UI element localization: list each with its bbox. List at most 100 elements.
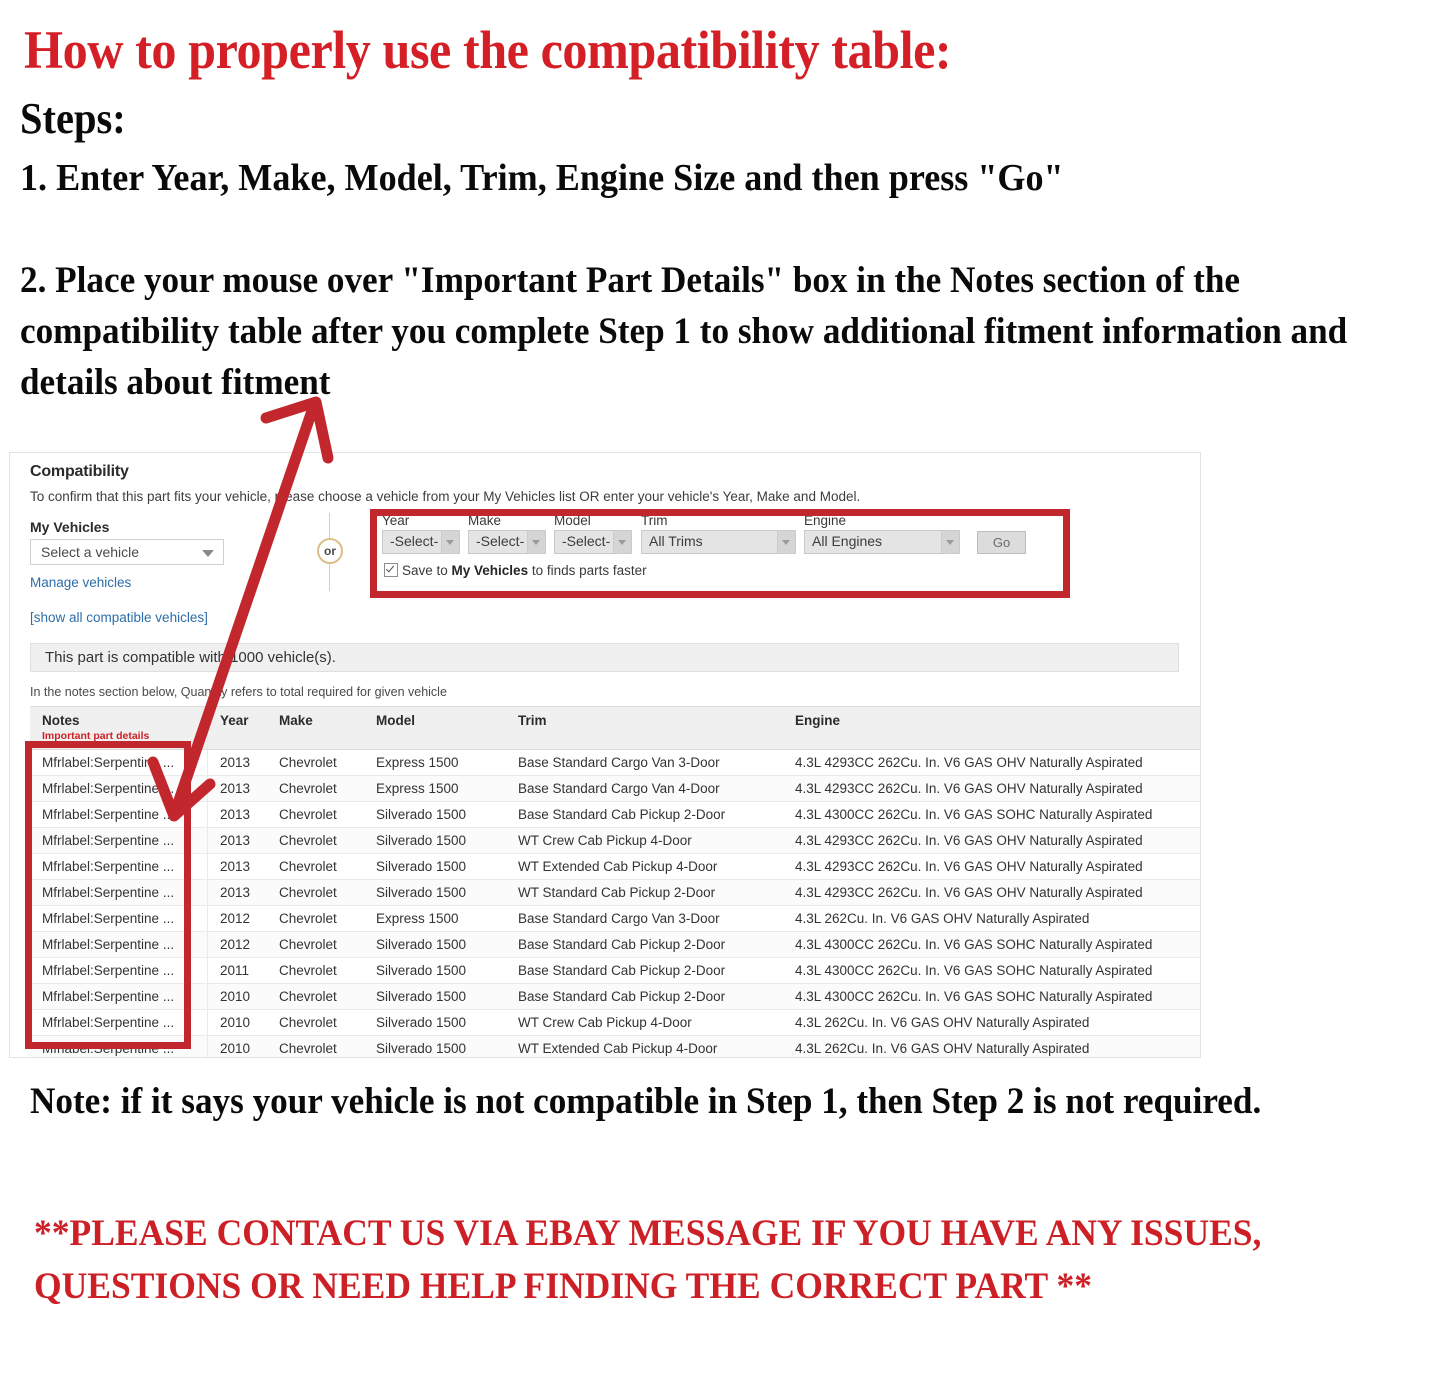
table-row[interactable]: Mfrlabel:Serpentine ... 2010 Chevrolet Silv… xyxy=(30,1035,1200,1057)
column-header-year[interactable]: Year xyxy=(207,706,267,750)
save-prefix-text: Save to xyxy=(402,563,452,578)
cell-year: 2013 xyxy=(207,827,267,854)
make-label: Make xyxy=(468,513,502,528)
cell-notes[interactable]: Mfrlabel:Serpentine ... xyxy=(30,801,208,828)
cell-year: 2013 xyxy=(207,879,267,906)
table-row[interactable]: Mfrlabel:Serpentine ... 2010 Chevrolet Silv… xyxy=(30,983,1200,1010)
cell-make: Chevrolet xyxy=(267,931,364,958)
cell-model: Express 1500 xyxy=(364,905,506,932)
page-title: How to properly use the compatibility ta… xyxy=(24,20,952,80)
column-header-model[interactable]: Model xyxy=(364,706,506,750)
table-row[interactable]: Mfrlabel:Serpentine ... 2012 Chevrolet Expr… xyxy=(30,905,1200,932)
cell-engine: 4.3L 262Cu. In. V6 GAS OHV Naturally Asp… xyxy=(783,905,1200,932)
cell-engine: 4.3L 4300CC 262Cu. In. V6 GAS SOHC Natur… xyxy=(783,801,1200,828)
compatibility-count-banner: This part is compatible with 1000 vehicl… xyxy=(30,643,1179,672)
cell-trim: Base Standard Cab Pickup 2-Door xyxy=(506,801,783,828)
cell-year: 2010 xyxy=(207,1009,267,1036)
cell-model: Silverado 1500 xyxy=(364,1009,506,1036)
engine-label: Engine xyxy=(804,513,847,528)
cell-notes[interactable]: Mfrlabel:Serpentine ... xyxy=(30,853,208,880)
cell-make: Chevrolet xyxy=(267,827,364,854)
table-row[interactable]: Mfrlabel:Serpentine ... 2012 Chevrolet Silv… xyxy=(30,931,1200,958)
cell-notes[interactable]: Mfrlabel:Serpentine ... xyxy=(30,879,208,906)
cell-year: 2013 xyxy=(207,853,267,880)
cell-year: 2011 xyxy=(207,957,267,984)
cell-trim: WT Extended Cab Pickup 4-Door xyxy=(506,1035,783,1057)
table-row[interactable]: Mfrlabel:Serpentine ... 2013 Chevrolet Silv… xyxy=(30,801,1200,828)
cell-make: Chevrolet xyxy=(267,749,364,776)
cell-year: 2012 xyxy=(207,931,267,958)
cell-notes[interactable]: Mfrlabel:Serpentine ... xyxy=(30,957,208,984)
trim-field: Trim All Trims xyxy=(641,513,796,554)
fitment-table-body: Mfrlabel:Serpentine ... 2013 Chevrolet Expr… xyxy=(30,749,1200,1057)
cell-notes[interactable]: Mfrlabel:Serpentine ... xyxy=(30,1009,208,1036)
cell-make: Chevrolet xyxy=(267,983,364,1010)
cell-make: Chevrolet xyxy=(267,1009,364,1036)
cell-make: Chevrolet xyxy=(267,879,364,906)
note-text: Note: if it says your vehicle is not com… xyxy=(30,1081,1262,1122)
cell-notes[interactable]: Mfrlabel:Serpentine ... xyxy=(30,931,208,958)
manage-vehicles-link[interactable]: Manage vehicles xyxy=(30,575,131,590)
table-row[interactable]: Mfrlabel:Serpentine ... 2011 Chevrolet Silv… xyxy=(30,957,1200,984)
year-field: Year -Select- xyxy=(382,513,460,554)
make-select-value: -Select- xyxy=(476,533,525,549)
cell-notes[interactable]: Mfrlabel:Serpentine ... xyxy=(30,983,208,1010)
model-select-value: -Select- xyxy=(562,533,611,549)
notes-quantity-hint: In the notes section below, Quantity ref… xyxy=(30,685,447,699)
model-select[interactable]: -Select- xyxy=(554,530,632,554)
show-all-compatible-vehicles-link[interactable]: [show all compatible vehicles] xyxy=(30,610,208,625)
table-row[interactable]: Mfrlabel:Serpentine ... 2013 Chevrolet Expr… xyxy=(30,749,1200,776)
column-header-trim[interactable]: Trim xyxy=(506,706,783,750)
cell-engine: 4.3L 4300CC 262Cu. In. V6 GAS SOHC Natur… xyxy=(783,957,1200,984)
cell-year: 2013 xyxy=(207,801,267,828)
cell-make: Chevrolet xyxy=(267,801,364,828)
save-my-vehicles-text: My Vehicles xyxy=(451,563,529,578)
cell-make: Chevrolet xyxy=(267,905,364,932)
trim-select[interactable]: All Trims xyxy=(641,530,796,554)
cell-notes[interactable]: Mfrlabel:Serpentine ... xyxy=(30,749,208,776)
cell-make: Chevrolet xyxy=(267,957,364,984)
year-select[interactable]: -Select- xyxy=(382,530,460,554)
cell-notes[interactable]: Mfrlabel:Serpentine ... xyxy=(30,1035,208,1057)
cell-trim: WT Extended Cab Pickup 4-Door xyxy=(506,853,783,880)
save-to-my-vehicles-row[interactable]: Save to My Vehicles to finds parts faste… xyxy=(384,561,647,578)
go-button[interactable]: Go xyxy=(977,531,1026,554)
chevron-down-icon xyxy=(202,550,214,557)
compatibility-panel: Compatibility To confirm that this part … xyxy=(9,452,1201,1058)
cell-trim: Base Standard Cargo Van 4-Door xyxy=(506,775,783,802)
or-divider-label: or xyxy=(317,538,343,564)
steps-label: Steps: xyxy=(20,94,126,143)
make-field: Make -Select- xyxy=(468,513,546,554)
cell-notes[interactable]: Mfrlabel:Serpentine ... xyxy=(30,905,208,932)
make-select[interactable]: -Select- xyxy=(468,530,546,554)
table-row[interactable]: Mfrlabel:Serpentine ... 2010 Chevrolet Silv… xyxy=(30,1009,1200,1036)
chevron-down-icon xyxy=(441,531,459,553)
table-row[interactable]: Mfrlabel:Serpentine ... 2013 Chevrolet Silv… xyxy=(30,879,1200,906)
column-header-engine[interactable]: Engine xyxy=(783,706,1200,750)
cell-year: 2012 xyxy=(207,905,267,932)
table-row[interactable]: Mfrlabel:Serpentine ... 2013 Chevrolet Expr… xyxy=(30,775,1200,802)
cell-model: Silverado 1500 xyxy=(364,853,506,880)
engine-select-value: All Engines xyxy=(812,533,883,549)
cell-model: Silverado 1500 xyxy=(364,1035,506,1057)
engine-select[interactable]: All Engines xyxy=(804,530,960,554)
contact-us-text: **PLEASE CONTACT US VIA EBAY MESSAGE IF … xyxy=(34,1213,1262,1307)
cell-make: Chevrolet xyxy=(267,775,364,802)
table-row[interactable]: Mfrlabel:Serpentine ... 2013 Chevrolet Silv… xyxy=(30,853,1200,880)
column-header-make[interactable]: Make xyxy=(267,706,364,750)
model-field: Model -Select- xyxy=(554,513,632,554)
cell-notes[interactable]: Mfrlabel:Serpentine ... xyxy=(30,827,208,854)
column-header-notes[interactable]: Notes Important part details xyxy=(30,706,208,750)
save-suffix-text: to finds parts faster xyxy=(528,563,647,578)
cell-engine: 4.3L 4293CC 262Cu. In. V6 GAS OHV Natura… xyxy=(783,879,1200,906)
cell-trim: WT Standard Cab Pickup 2-Door xyxy=(506,879,783,906)
cell-trim: Base Standard Cab Pickup 2-Door xyxy=(506,957,783,984)
save-checkbox[interactable] xyxy=(384,563,398,577)
cell-trim: Base Standard Cab Pickup 2-Door xyxy=(506,983,783,1010)
cell-notes[interactable]: Mfrlabel:Serpentine ... xyxy=(30,775,208,802)
cell-year: 2013 xyxy=(207,775,267,802)
fitment-table-head: Notes Important part details Year Make M… xyxy=(30,706,1200,750)
vehicle-select[interactable]: Select a vehicle xyxy=(30,539,224,565)
cell-engine: 4.3L 262Cu. In. V6 GAS OHV Naturally Asp… xyxy=(783,1009,1200,1036)
table-row[interactable]: Mfrlabel:Serpentine ... 2013 Chevrolet Silv… xyxy=(30,827,1200,854)
